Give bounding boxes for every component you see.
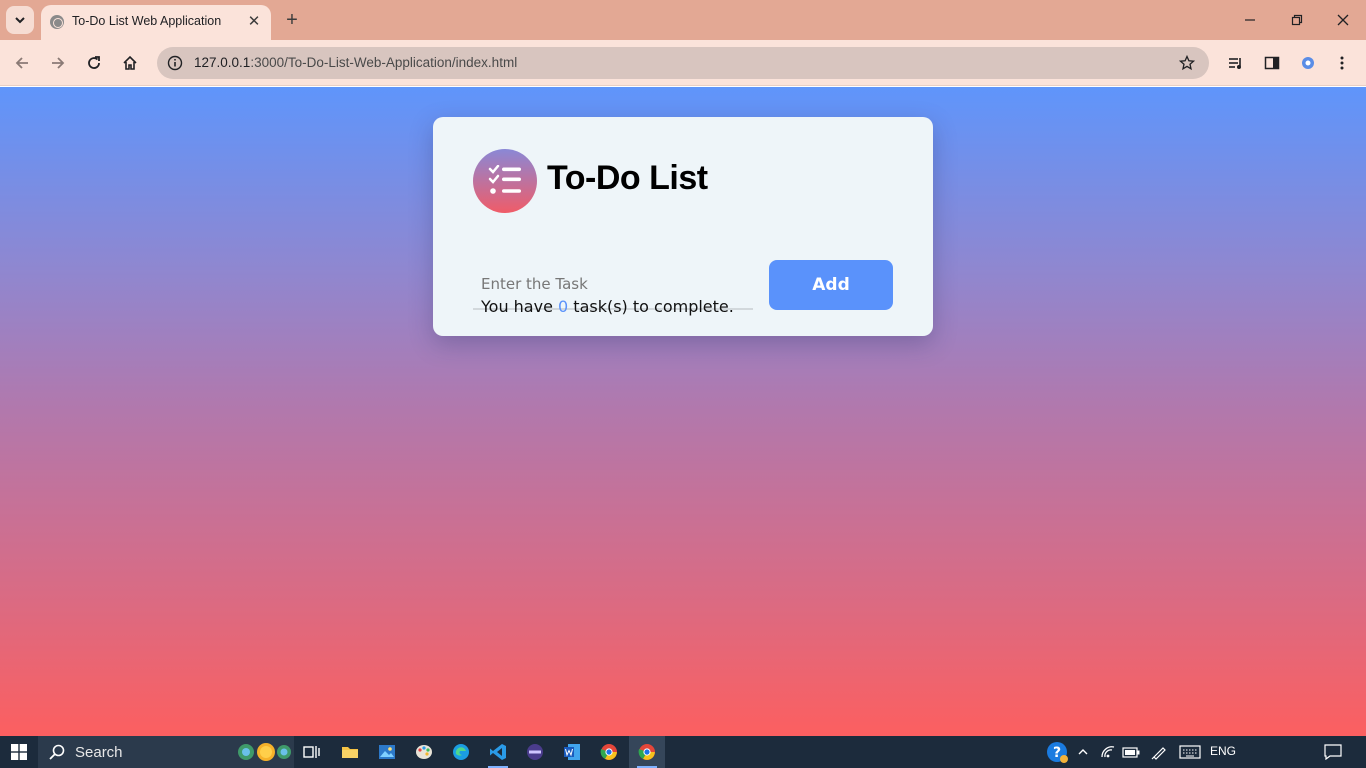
task-view-button[interactable] — [294, 736, 330, 768]
restore-button[interactable] — [1279, 6, 1315, 34]
svg-text:?: ? — [1053, 745, 1061, 761]
new-tab-button[interactable]: + — [280, 8, 304, 32]
address-bar[interactable]: 127.0.0.1:3000/To-Do-List-Web-Applicatio… — [157, 47, 1209, 79]
url-text: 127.0.0.1:3000/To-Do-List-Web-Applicatio… — [194, 55, 517, 70]
pen-icon[interactable] — [1149, 736, 1169, 768]
reload-button[interactable] — [80, 49, 108, 77]
home-button[interactable] — [116, 49, 144, 77]
paint-app[interactable] — [406, 736, 442, 768]
browser-menu-icon[interactable] — [1328, 49, 1356, 77]
file-explorer-app[interactable] — [332, 736, 368, 768]
chrome-app[interactable] — [591, 736, 627, 768]
globe-icon — [50, 15, 64, 29]
chevron-down-icon — [15, 17, 25, 24]
word-app[interactable] — [554, 736, 590, 768]
add-task-button[interactable]: Add — [769, 260, 893, 310]
site-info-icon[interactable] — [165, 53, 185, 73]
arrow-left-icon — [15, 57, 28, 69]
side-panel-icon[interactable] — [1258, 49, 1286, 77]
task-status: You have 0 task(s) to complete. — [481, 297, 734, 316]
status-suffix: task(s) to complete. — [568, 297, 734, 316]
search-label: Search — [75, 744, 123, 761]
status-prefix: You have — [481, 297, 559, 316]
task-view-icon — [303, 746, 320, 758]
chrome-app-active[interactable] — [629, 736, 665, 768]
wifi-icon[interactable] — [1098, 736, 1118, 768]
word-icon — [564, 744, 580, 760]
close-window-button[interactable] — [1325, 6, 1361, 34]
back-button[interactable] — [8, 49, 36, 77]
task-count: 0 — [558, 297, 569, 316]
start-button[interactable] — [0, 736, 38, 768]
media-icon — [527, 744, 543, 760]
edge-app[interactable] — [443, 736, 479, 768]
close-tab-button[interactable]: ✕ — [245, 12, 263, 30]
browser-tab-bar: To-Do List Web Application ✕ + — [0, 0, 1366, 40]
notification-icon[interactable] — [1320, 736, 1346, 768]
edge-icon — [453, 744, 469, 760]
reload-icon — [88, 56, 100, 69]
forward-button[interactable] — [44, 49, 72, 77]
taskbar-search[interactable]: Search — [38, 736, 294, 768]
vscode-icon — [490, 744, 506, 760]
folder-icon — [342, 747, 358, 758]
extension-icon[interactable] — [1294, 49, 1322, 77]
photos-icon — [379, 745, 395, 759]
page-title: To-Do List — [547, 159, 708, 197]
help-icon[interactable]: ? — [1044, 736, 1070, 768]
tab-search-button[interactable] — [6, 6, 34, 34]
minimize-icon — [1245, 19, 1255, 21]
language-indicator[interactable]: ENG — [1210, 744, 1236, 758]
search-icon — [49, 744, 65, 760]
windows-logo-icon — [11, 744, 27, 760]
arrow-right-icon — [52, 57, 65, 69]
palette-icon — [416, 745, 432, 759]
browser-toolbar: 127.0.0.1:3000/To-Do-List-Web-Applicatio… — [0, 40, 1366, 86]
restore-icon — [1291, 14, 1303, 26]
browser-tab[interactable]: To-Do List Web Application ✕ — [41, 5, 271, 40]
media-control-icon[interactable] — [1222, 49, 1250, 77]
vscode-app[interactable] — [480, 736, 516, 768]
chevron-up-icon[interactable] — [1073, 736, 1093, 768]
todo-card: To-Do List Add You have 0 task(s) to com… — [433, 117, 933, 336]
photos-app[interactable] — [369, 736, 405, 768]
bookmark-star-icon[interactable] — [1177, 53, 1197, 73]
checklist-icon — [473, 149, 537, 213]
tab-title: To-Do List Web Application — [72, 14, 222, 28]
minimize-button[interactable] — [1232, 6, 1268, 34]
page-viewport: To-Do List Add You have 0 task(s) to com… — [0, 87, 1366, 736]
media-app[interactable] — [517, 736, 553, 768]
weather-icon[interactable] — [236, 739, 292, 765]
chrome-icon — [600, 744, 617, 760]
close-icon — [1337, 14, 1349, 26]
url-host: 127.0.0.1 — [194, 55, 251, 70]
home-icon — [123, 55, 137, 70]
keyboard-icon[interactable] — [1177, 736, 1203, 768]
chrome-icon — [638, 744, 655, 760]
url-path: :3000/To-Do-List-Web-Application/index.h… — [250, 55, 518, 70]
battery-icon[interactable] — [1121, 736, 1141, 768]
windows-taskbar: Search ? ENG — [0, 736, 1366, 768]
